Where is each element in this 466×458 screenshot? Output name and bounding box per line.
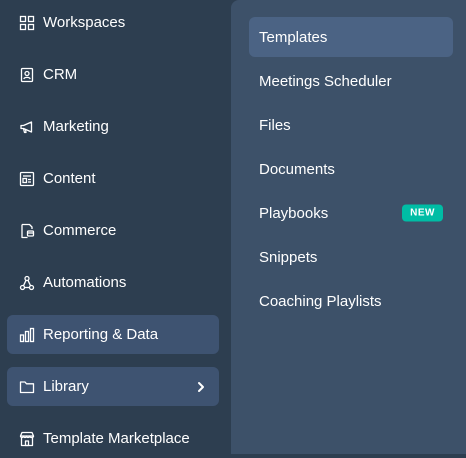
submenu-item-label: Meetings Scheduler xyxy=(259,72,392,90)
sidebar-item-label: CRM xyxy=(43,66,78,83)
submenu-item-label: Templates xyxy=(259,28,328,46)
submenu-item-coaching-playlists[interactable]: Coaching Playlists xyxy=(249,281,453,321)
submenu-item-label: Playbooks xyxy=(259,204,329,222)
submenu-item-documents[interactable]: Documents xyxy=(249,149,453,189)
submenu-item-templates[interactable]: Templates xyxy=(249,17,453,57)
sidebar-item-content[interactable]: Content xyxy=(7,159,219,198)
submenu-item-snippets[interactable]: Snippets xyxy=(249,237,453,277)
sidebar-item-label: Template Marketplace xyxy=(43,430,190,447)
sidebar-item-label: Workspaces xyxy=(43,14,126,31)
megaphone-icon xyxy=(19,119,35,135)
sidebar-item-marketing[interactable]: Marketing xyxy=(7,107,219,146)
sidebar-item-automations[interactable]: Automations xyxy=(7,263,219,302)
sidebar-item-library[interactable]: Library xyxy=(7,367,219,406)
bar-chart-icon xyxy=(19,327,35,343)
chevron-right-icon xyxy=(195,381,207,393)
content-icon xyxy=(19,171,35,187)
storefront-icon xyxy=(19,431,35,447)
sidebar-item-label: Commerce xyxy=(43,222,117,239)
sidebar-item-commerce[interactable]: Commerce xyxy=(7,211,219,250)
new-badge: NEW xyxy=(402,204,443,222)
commerce-icon xyxy=(19,223,35,239)
sidebar-item-label: Automations xyxy=(43,274,127,291)
sidebar-item-label: Content xyxy=(43,170,96,187)
submenu-item-playbooks[interactable]: Playbooks NEW xyxy=(249,193,453,233)
sidebar-nav: Workspaces CRM Marketing Content Commerc… xyxy=(0,0,230,454)
sidebar-item-reporting-data[interactable]: Reporting & Data xyxy=(7,315,219,354)
sidebar-item-workspaces[interactable]: Workspaces xyxy=(7,3,219,42)
folder-icon xyxy=(19,379,35,395)
submenu-item-label: Files xyxy=(259,116,291,134)
submenu-item-label: Coaching Playlists xyxy=(259,292,382,310)
submenu-item-meetings-scheduler[interactable]: Meetings Scheduler xyxy=(249,61,453,101)
submenu-item-files[interactable]: Files xyxy=(249,105,453,145)
contact-card-icon xyxy=(19,67,35,83)
submenu-item-label: Documents xyxy=(259,160,335,178)
submenu-item-label: Snippets xyxy=(259,248,318,266)
sidebar-item-template-marketplace[interactable]: Template Marketplace xyxy=(7,419,219,458)
sidebar-item-label: Marketing xyxy=(43,118,109,135)
library-submenu: Templates Meetings Scheduler Files Docum… xyxy=(231,0,466,454)
grid-icon xyxy=(19,15,35,31)
sidebar-item-crm[interactable]: CRM xyxy=(7,55,219,94)
sidebar-item-label: Reporting & Data xyxy=(43,326,159,343)
sidebar-item-label: Library xyxy=(43,378,89,395)
automation-icon xyxy=(19,275,35,291)
